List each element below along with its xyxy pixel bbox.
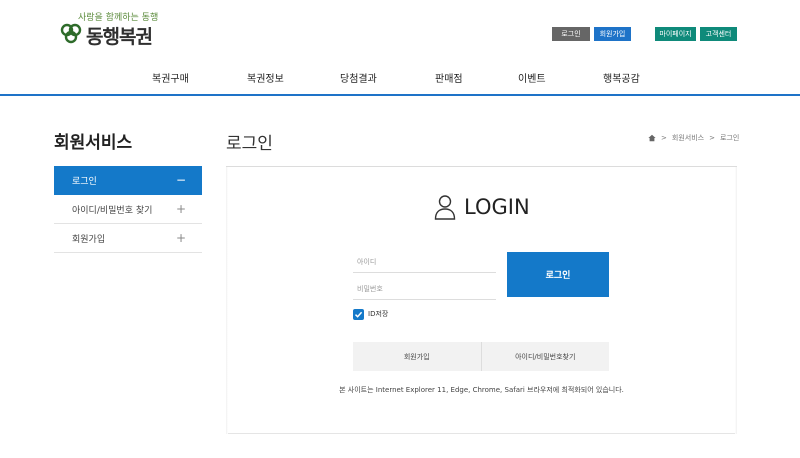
sidebar-item-label: 로그인 (72, 176, 97, 187)
breadcrumb-item[interactable]: 회원서비스 (672, 133, 704, 143)
header-mypage-button[interactable]: 마이페이지 (655, 27, 696, 41)
login-heading: LOGIN (434, 192, 530, 222)
remember-id-label: ID저장 (368, 310, 389, 318)
nav-item-events[interactable]: 이벤트 (518, 70, 546, 85)
sidebar-item-label: 아이디/비밀번호 찾기 (72, 205, 153, 216)
clover-logo-icon (60, 23, 82, 44)
sidebar-item-login[interactable]: 로그인 − (54, 166, 202, 195)
minus-icon: − (175, 173, 186, 187)
logo-name: 동행복권 (86, 26, 153, 48)
login-heading-text: LOGIN (464, 195, 530, 219)
header-customer-center-button[interactable]: 고객센터 (700, 27, 737, 41)
checkmark-icon (354, 311, 363, 318)
nav-item-happy-sharing[interactable]: 행복공감 (603, 70, 640, 85)
sidebar-title: 회원서비스 (54, 133, 133, 153)
id-input[interactable]: 아이디 (353, 251, 496, 273)
header-join-button[interactable]: 회원가입 (594, 27, 631, 41)
breadcrumb: > 회원서비스 > 로그인 (648, 133, 739, 143)
join-link[interactable]: 회원가입 (353, 342, 481, 371)
header-divider (0, 94, 800, 96)
sidebar-menu: 로그인 − 아이디/비밀번호 찾기 + 회원가입 + (54, 166, 202, 253)
nav-item-retailers[interactable]: 판매점 (435, 70, 463, 85)
nav-item-lottery-info[interactable]: 복권정보 (247, 70, 284, 85)
login-button[interactable]: 로그인 (507, 252, 609, 297)
login-sub-links: 회원가입 아이디/비밀번호찾기 (353, 342, 609, 371)
nav-item-winning-results[interactable]: 당첨결과 (340, 70, 377, 85)
site-header: 사랑을 함께하는 동행 동행복권 로그인 회원가입 마이페이지 고객센터 복권구… (0, 0, 800, 96)
home-icon[interactable] (648, 134, 656, 142)
nav-item-lottery-purchase[interactable]: 복권구매 (152, 70, 189, 85)
user-icon (434, 195, 456, 220)
sidebar-item-label: 회원가입 (72, 234, 106, 245)
browser-notice: 본 사이트는 Internet Explorer 11, Edge, Chrom… (339, 386, 624, 394)
sidebar-item-find-id-password[interactable]: 아이디/비밀번호 찾기 + (54, 195, 202, 224)
remember-id[interactable]: ID저장 (353, 308, 388, 320)
breadcrumb-separator-icon: > (709, 134, 715, 142)
password-input[interactable]: 비밀번호 (353, 278, 496, 300)
sidebar-item-join[interactable]: 회원가입 + (54, 224, 202, 253)
site-logo[interactable]: 사랑을 함께하는 동행 동행복권 (60, 10, 170, 50)
find-id-password-link[interactable]: 아이디/비밀번호찾기 (482, 342, 610, 371)
header-login-button[interactable]: 로그인 (552, 27, 590, 41)
page-title: 로그인 (226, 134, 273, 154)
remember-id-checkbox[interactable] (353, 308, 364, 320)
main-navigation: 복권구매 복권정보 당첨결과 판매점 이벤트 행복공감 (0, 70, 800, 85)
plus-icon: + (175, 202, 186, 216)
plus-icon: + (175, 231, 186, 245)
breadcrumb-separator-icon: > (661, 134, 667, 142)
breadcrumb-item-current: 로그인 (719, 134, 740, 142)
